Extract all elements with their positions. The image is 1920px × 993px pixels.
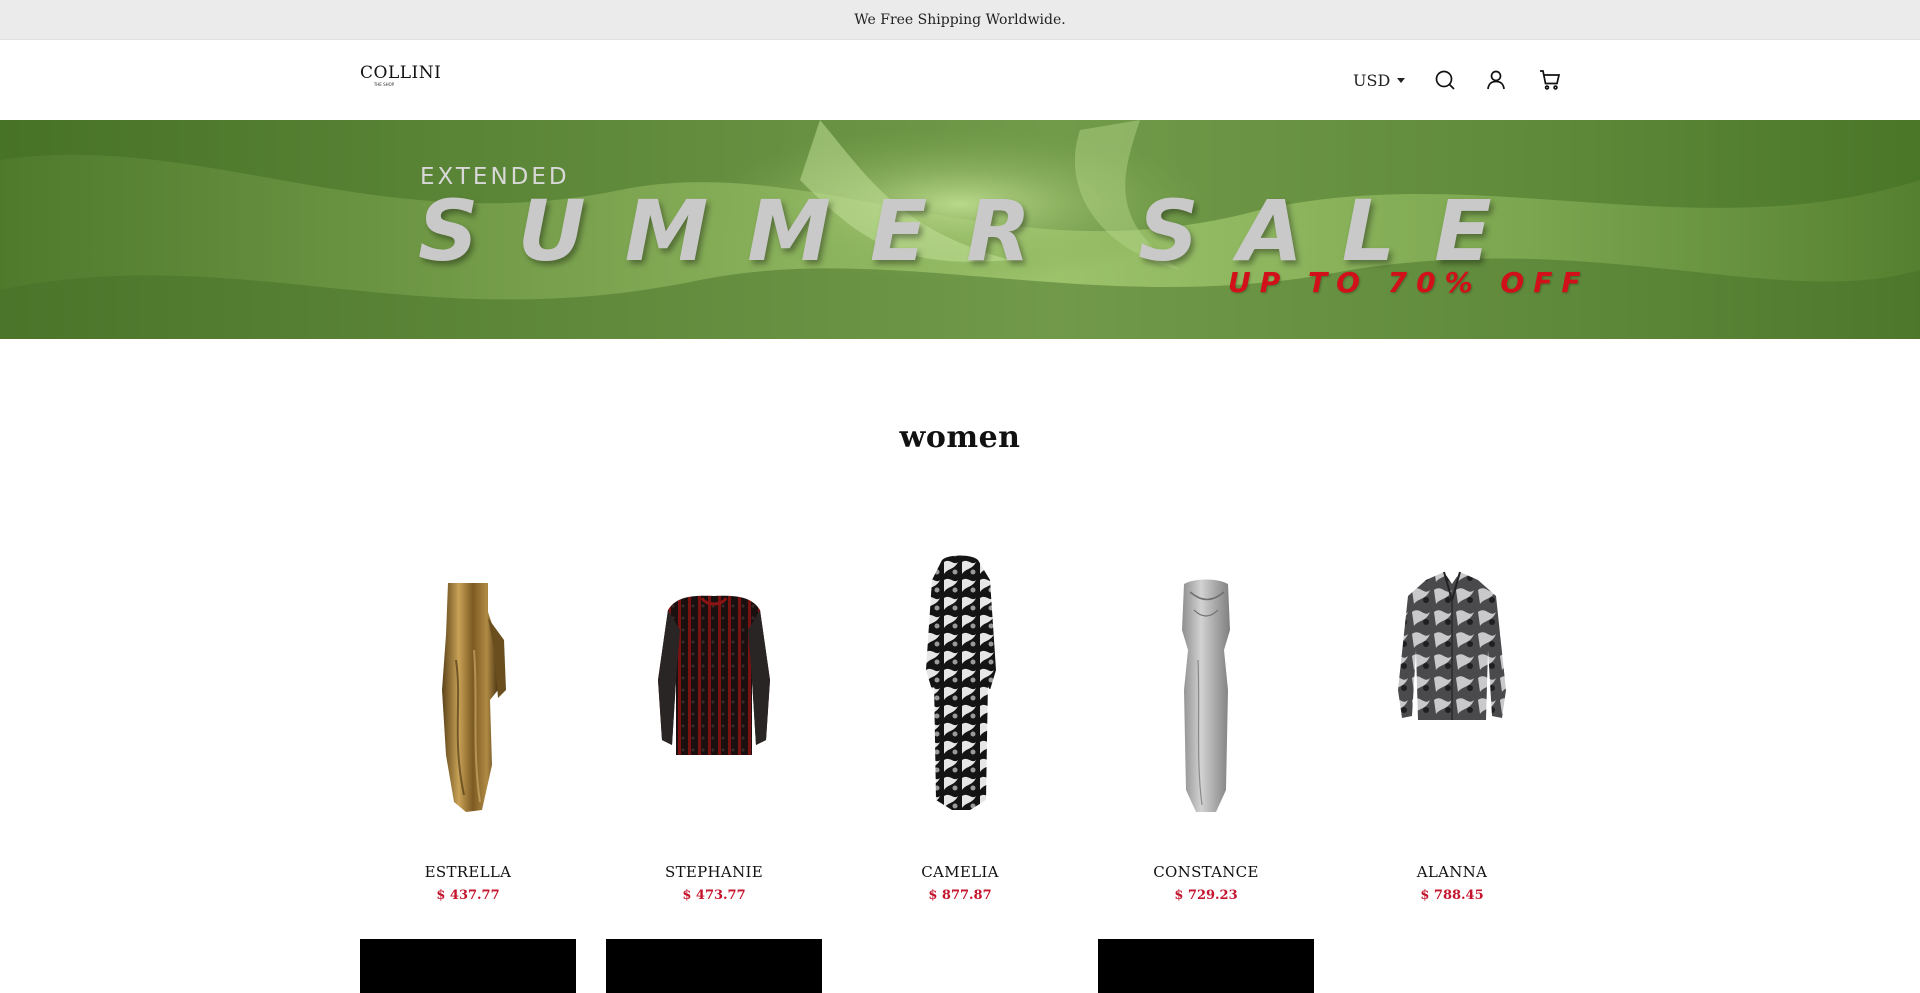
product-name[interactable]: ALANNA <box>1344 863 1560 881</box>
product-card[interactable]: STEPHANIE $ 473.77 <box>606 540 822 903</box>
product-card[interactable]: ESTRELLA $ 437.77 <box>360 540 576 903</box>
printed-blouse-image <box>1398 571 1506 720</box>
product-name[interactable]: CAMELIA <box>852 863 1068 881</box>
search-icon[interactable] <box>1433 68 1457 92</box>
product-image[interactable] <box>852 540 1068 820</box>
product-price: $ 877.87 <box>928 888 992 903</box>
currency-selector[interactable]: USD <box>1353 70 1406 90</box>
product-image[interactable] <box>606 939 822 993</box>
red-black-dress-image <box>658 595 770 755</box>
silver-gown-image <box>1182 579 1230 812</box>
announcement-bar: We Free Shipping Worldwide. <box>0 0 1920 39</box>
product-card[interactable]: ALANNA $ 788.45 <box>1344 540 1560 903</box>
announcement-text: We Free Shipping Worldwide. <box>854 11 1066 28</box>
cart-icon[interactable] <box>1538 68 1562 92</box>
product-price: $ 729.23 <box>1174 888 1238 903</box>
currency-label: USD <box>1353 70 1391 90</box>
logo-wordmark: COLLINI <box>360 63 442 83</box>
product-image[interactable] <box>606 540 822 820</box>
product-image[interactable] <box>360 939 576 993</box>
product-price: $ 788.45 <box>1420 888 1484 903</box>
product-image[interactable] <box>360 540 576 820</box>
banner-offer: UP TO 70% OFF <box>1228 266 1590 299</box>
product-price: $ 437.77 <box>436 888 500 903</box>
product-name[interactable]: CONSTANCE <box>1098 863 1314 881</box>
floral-gown-image <box>926 555 996 810</box>
product-image[interactable] <box>1344 540 1560 820</box>
account-icon[interactable] <box>1484 68 1508 92</box>
product-image[interactable] <box>1098 939 1314 993</box>
product-name[interactable]: ESTRELLA <box>360 863 576 881</box>
product-price: $ 473.77 <box>682 888 746 903</box>
gold-gown-image <box>442 583 506 812</box>
section-title: women <box>899 420 1021 455</box>
store-logo[interactable]: COLLINI THE SHOP <box>360 63 442 94</box>
caret-down-icon <box>1397 77 1406 83</box>
sale-banner[interactable]: EXTENDED SUMMER SALE UP TO 70% OFF <box>0 120 1920 339</box>
product-card[interactable]: CONSTANCE $ 729.23 <box>1098 540 1314 903</box>
site-header: COLLINI THE SHOP USD <box>0 39 1920 120</box>
product-card[interactable]: CAMELIA $ 877.87 <box>852 540 1068 903</box>
product-name[interactable]: STEPHANIE <box>606 863 822 881</box>
product-image[interactable] <box>1098 540 1314 820</box>
